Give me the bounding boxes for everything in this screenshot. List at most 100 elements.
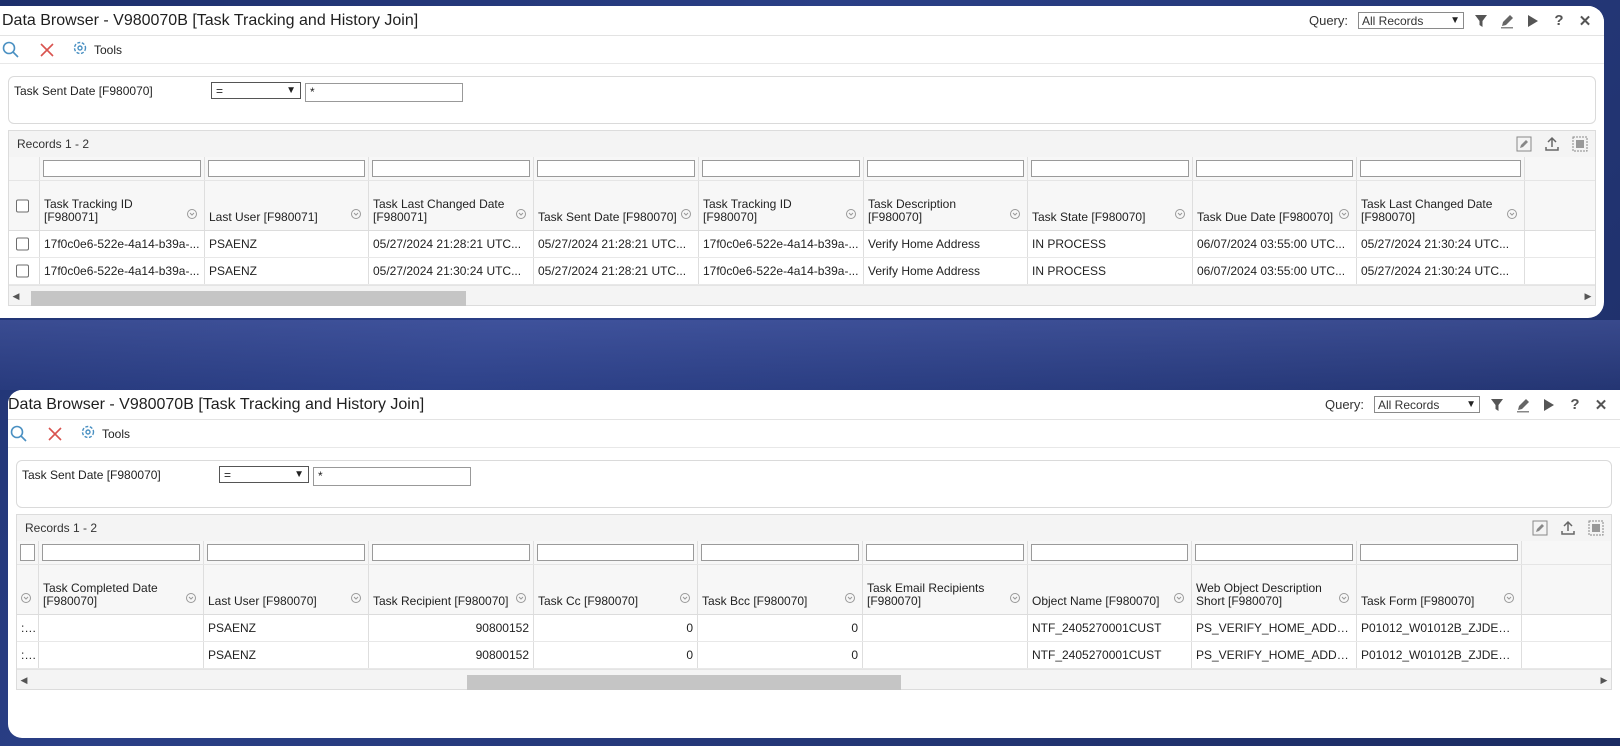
column-header[interactable]: Task Description [F980070] (864, 181, 1028, 230)
scrollbar-thumb[interactable] (467, 675, 901, 690)
sort-icon[interactable] (185, 592, 197, 604)
column-filter-input[interactable] (702, 160, 860, 177)
table-row[interactable]: 17f0c0e6-522e-4a14-b39a-... PSAENZ 05/27/2… (9, 258, 1595, 285)
sort-icon[interactable] (515, 208, 527, 220)
horizontal-scrollbar[interactable]: ◀ ▶ (17, 669, 1611, 690)
sort-icon[interactable] (679, 592, 691, 604)
scroll-right-icon[interactable]: ▶ (1581, 286, 1595, 306)
query-select[interactable]: All Records ▼ (1358, 12, 1464, 29)
column-filter-input[interactable] (43, 160, 201, 177)
sort-icon[interactable] (186, 208, 198, 220)
sort-icon[interactable] (350, 208, 362, 220)
scroll-left-icon[interactable]: ◀ (17, 670, 31, 690)
column-header[interactable]: Task Tracking ID [F980071] (40, 181, 205, 230)
column-header[interactable]: Task Bcc [F980070] (698, 565, 863, 614)
column-header[interactable]: Last User [F980071] (205, 181, 369, 230)
play-icon[interactable] (1540, 396, 1558, 414)
column-header[interactable]: Task Sent Date [F980070] (534, 181, 699, 230)
column-filter-input[interactable] (537, 160, 695, 177)
column-filter-input[interactable] (537, 544, 694, 561)
row-checkbox[interactable] (16, 264, 29, 278)
operator-select[interactable]: = ▼ (219, 466, 309, 483)
column-header[interactable]: Task Completed Date [F980070] (39, 565, 204, 614)
row-checkbox[interactable] (16, 237, 29, 251)
column-filter-input[interactable] (1360, 544, 1518, 561)
sort-icon[interactable] (1338, 592, 1350, 604)
column-filter-input[interactable] (867, 160, 1024, 177)
column-filter-input[interactable] (1196, 160, 1353, 177)
sort-icon[interactable] (515, 592, 527, 604)
sort-icon[interactable] (1506, 208, 1518, 220)
table-row[interactable]: :... PSAENZ 90800152 0 0 NTF_2405270001CUST PS… (17, 642, 1611, 669)
sort-icon[interactable] (1009, 592, 1021, 604)
close-window-icon[interactable]: ✕ (1592, 396, 1610, 414)
column-filter-input[interactable] (701, 544, 859, 561)
scroll-right-icon[interactable]: ▶ (1597, 670, 1611, 690)
column-filter-input[interactable] (1031, 160, 1189, 177)
column-filter-input[interactable] (1360, 160, 1521, 177)
close-window-icon[interactable]: ✕ (1576, 12, 1594, 30)
pencil-icon[interactable] (1498, 12, 1516, 30)
sort-icon[interactable] (680, 208, 692, 220)
column-filter-input[interactable] (20, 544, 35, 561)
close-icon[interactable] (36, 39, 58, 61)
tools-menu[interactable]: Tools (72, 40, 122, 59)
scrollbar-thumb[interactable] (31, 291, 466, 306)
tools-menu[interactable]: Tools (80, 424, 130, 443)
expand-icon[interactable] (1587, 519, 1605, 537)
expand-icon[interactable] (1571, 135, 1589, 153)
column-filter-input[interactable] (372, 544, 530, 561)
filter-icon[interactable] (1472, 12, 1490, 30)
sort-icon[interactable] (1338, 208, 1350, 220)
sort-icon[interactable] (845, 208, 857, 220)
help-icon[interactable]: ? (1566, 396, 1584, 414)
edit-grid-icon[interactable] (1531, 519, 1549, 537)
select-all-checkbox[interactable] (16, 199, 29, 212)
sort-icon[interactable] (1503, 592, 1515, 604)
export-icon[interactable] (1543, 135, 1561, 153)
table-row[interactable]: :... PSAENZ 90800152 0 0 NTF_2405270001CUST PS… (17, 615, 1611, 642)
column-filter-input[interactable] (866, 544, 1024, 561)
play-icon[interactable] (1524, 12, 1542, 30)
search-icon[interactable] (8, 423, 30, 445)
column-header[interactable]: Task Email Recipients [F980070] (863, 565, 1028, 614)
column-header[interactable]: Task Due Date [F980070] (1193, 181, 1357, 230)
column-header[interactable]: Task Tracking ID [F980070] (699, 181, 864, 230)
column-filter-input[interactable] (1031, 544, 1188, 561)
edit-grid-icon[interactable] (1515, 135, 1533, 153)
operator-select[interactable]: = ▼ (211, 82, 301, 99)
help-icon[interactable]: ? (1550, 12, 1568, 30)
column-header[interactable]: Task Last Changed Date [F980070] (1357, 181, 1525, 230)
column-header[interactable]: Task Last Changed Date [F980071] (369, 181, 534, 230)
criteria-value-input[interactable]: * (313, 467, 471, 486)
column-header[interactable]: Object Name [F980070] (1028, 565, 1192, 614)
query-select[interactable]: All Records ▼ (1374, 396, 1480, 413)
export-icon[interactable] (1559, 519, 1577, 537)
sort-icon[interactable] (350, 592, 362, 604)
column-filter-input[interactable] (42, 544, 200, 561)
sort-icon[interactable] (1009, 208, 1021, 220)
column-filter-input[interactable] (1195, 544, 1353, 561)
column-header[interactable]: Last User [F980070] (204, 565, 369, 614)
column-filter-input[interactable] (207, 544, 365, 561)
table-row[interactable]: 17f0c0e6-522e-4a14-b39a-... PSAENZ 05/27/2… (9, 231, 1595, 258)
sort-icon[interactable] (1173, 592, 1185, 604)
column-header[interactable] (17, 565, 39, 614)
column-header[interactable]: Task Cc [F980070] (534, 565, 698, 614)
scroll-left-icon[interactable]: ◀ (9, 286, 23, 306)
sort-icon[interactable] (1174, 208, 1186, 220)
column-header[interactable]: Web Object Description Short [F980070] (1192, 565, 1357, 614)
column-header[interactable]: Task State [F980070] (1028, 181, 1193, 230)
pencil-icon[interactable] (1514, 396, 1532, 414)
close-icon[interactable] (44, 423, 66, 445)
search-icon[interactable] (0, 39, 22, 61)
sort-icon[interactable] (844, 592, 856, 604)
sort-icon[interactable] (20, 592, 32, 604)
horizontal-scrollbar[interactable]: ◀ ▶ (9, 285, 1595, 306)
column-filter-input[interactable] (208, 160, 365, 177)
column-header[interactable]: Task Form [F980070] (1357, 565, 1522, 614)
column-header[interactable]: Task Recipient [F980070] (369, 565, 534, 614)
column-filter-input[interactable] (372, 160, 530, 177)
filter-icon[interactable] (1488, 396, 1506, 414)
criteria-value-input[interactable]: * (305, 83, 463, 102)
